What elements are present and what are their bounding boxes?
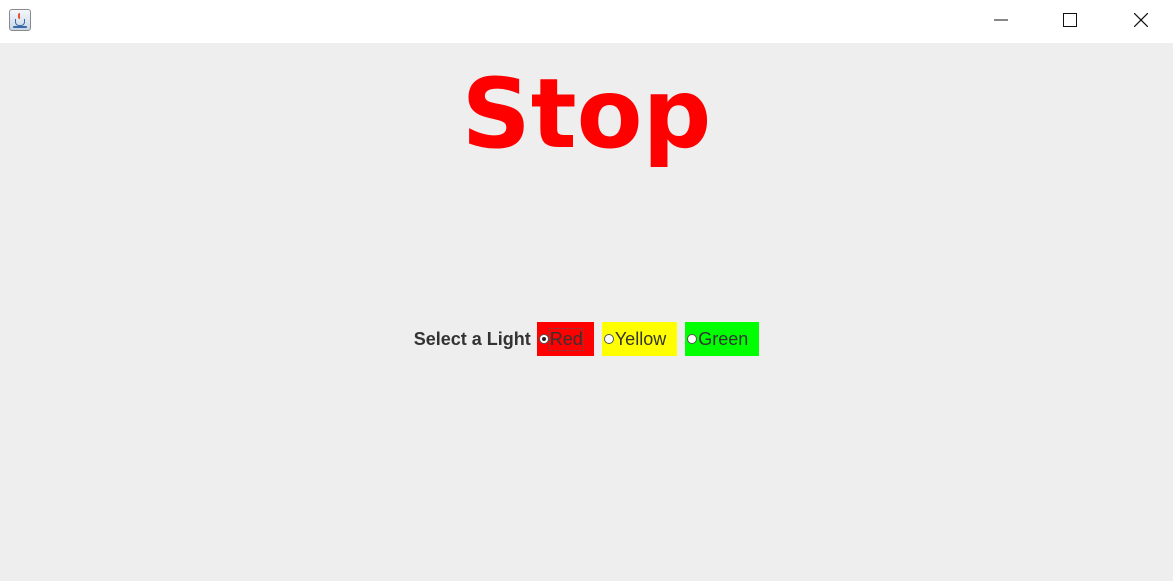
radio-indicator-icon: [603, 334, 614, 344]
close-button[interactable]: [1118, 0, 1164, 40]
radio-indicator-icon: [538, 334, 549, 344]
select-light-label: Select a Light: [413, 328, 531, 349]
radio-red-label: Red: [548, 327, 584, 351]
maximize-icon: [1063, 13, 1077, 27]
radio-yellow-label: Yellow: [614, 328, 667, 349]
radio-indicator-icon: [687, 334, 698, 344]
maximize-button[interactable]: [1047, 0, 1093, 40]
radio-yellow[interactable]: Yellow: [601, 322, 678, 356]
radio-green[interactable]: Green: [685, 322, 760, 356]
java-cup-icon[interactable]: [9, 9, 31, 31]
minimize-button[interactable]: [978, 0, 1024, 40]
signal-status-text: Stop: [461, 58, 712, 170]
radio-red[interactable]: Red: [536, 322, 594, 356]
title-bar: [0, 0, 1173, 43]
minimize-icon: [994, 19, 1008, 21]
light-selector: Select a Light Red Yellow Green: [0, 322, 1173, 356]
app-window: Stop Select a Light Red Yellow Green: [0, 0, 1173, 581]
radio-green-label: Green: [698, 328, 749, 349]
close-icon: [1134, 13, 1148, 27]
